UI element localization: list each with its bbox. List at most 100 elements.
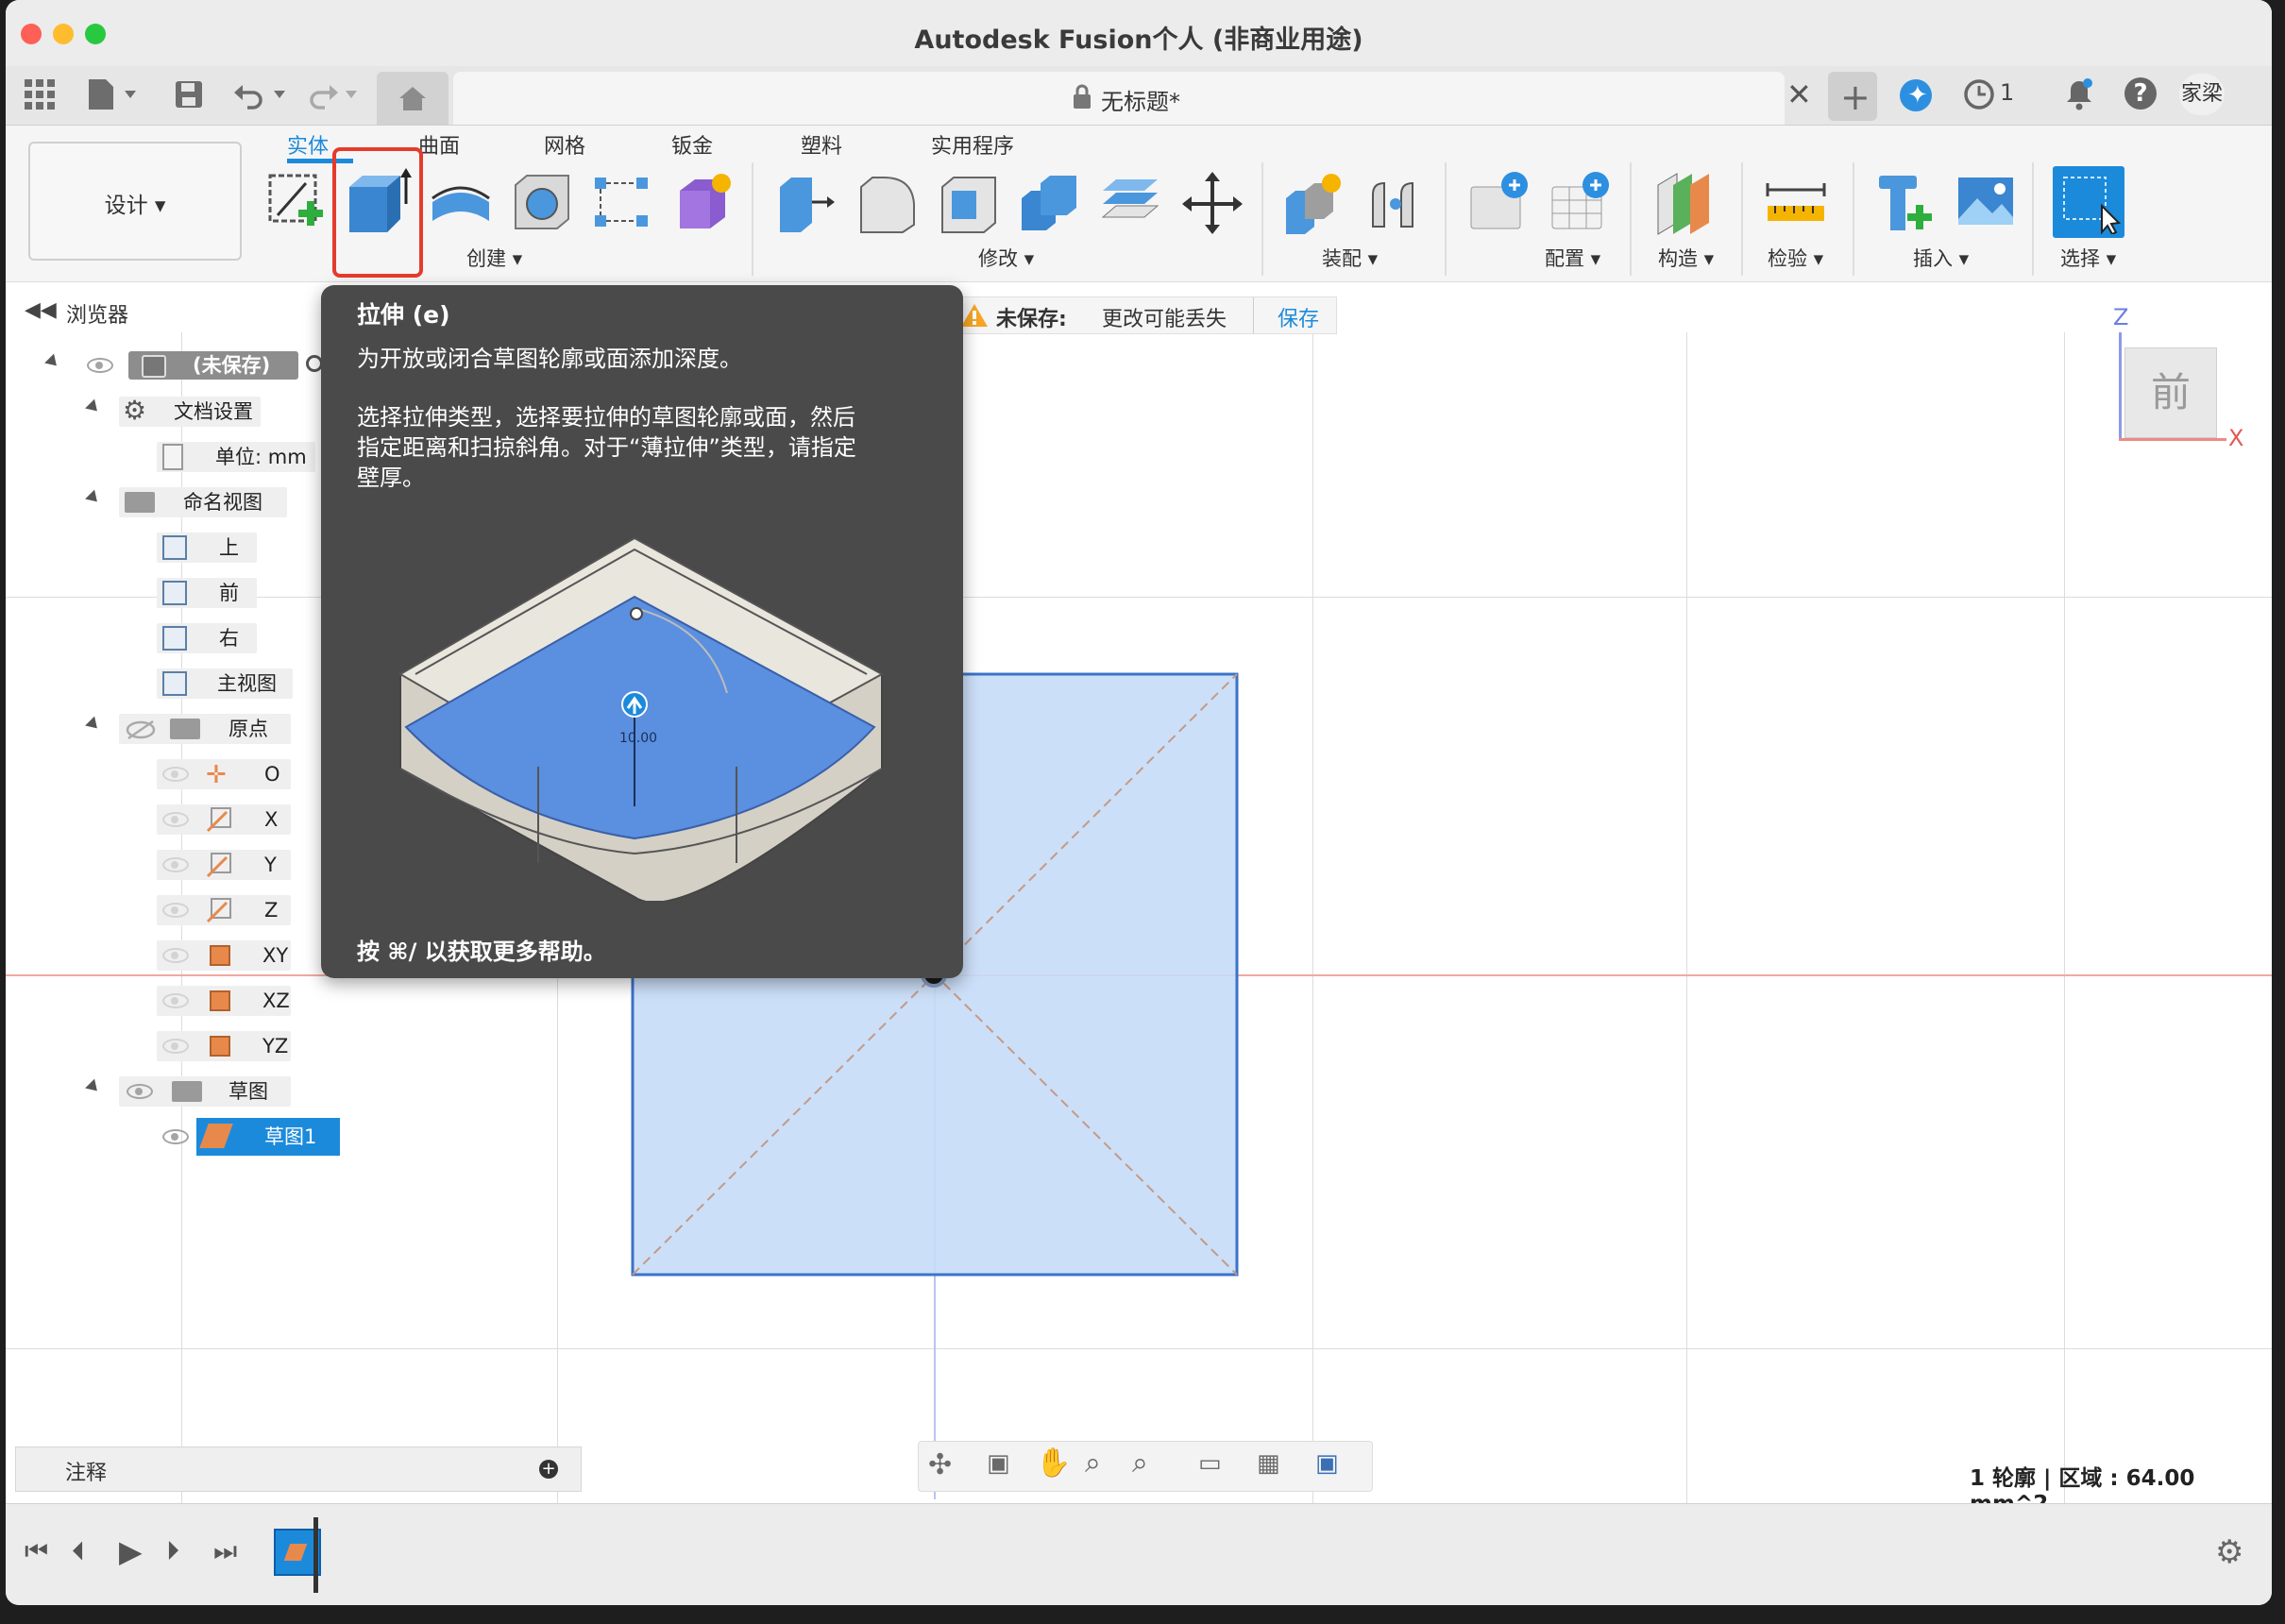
close-tab-icon[interactable]: ✕ [1786, 79, 1812, 110]
visibility-eye-icon[interactable] [162, 993, 189, 1008]
combine-icon[interactable] [1018, 170, 1082, 236]
new-tab-button[interactable]: + [1828, 72, 1877, 121]
configure-group-label[interactable]: 配置 ▾ [1545, 244, 1600, 272]
visibility-eye-icon[interactable] [127, 1084, 153, 1099]
pan-hand-icon[interactable]: ✋ [1036, 1449, 1071, 1478]
create-group-label[interactable]: 创建 ▾ [466, 244, 522, 272]
extensions-icon[interactable]: ✦ [1900, 79, 1932, 111]
data-panel-grid-icon[interactable] [25, 79, 55, 110]
visibility-eye-icon[interactable] [162, 903, 189, 918]
display-settings-icon[interactable]: ▭ [1198, 1451, 1222, 1476]
hidden-eye-icon[interactable] [125, 719, 157, 740]
notifications-bell-icon[interactable] [2064, 77, 2094, 111]
modify-group-label[interactable]: 修改 ▾ [978, 244, 1034, 272]
step-forward-icon[interactable]: ⏵ [166, 1538, 179, 1565]
insert-mcmaster-icon[interactable] [1873, 170, 1938, 238]
file-menu-icon[interactable] [87, 77, 144, 111]
press-pull-icon[interactable] [774, 170, 838, 236]
offset-face-icon[interactable] [1099, 170, 1163, 236]
tree-label: 右 [219, 627, 239, 650]
workspace-switcher[interactable]: 设计 ▾ [28, 142, 242, 261]
play-icon[interactable]: ▶ [119, 1536, 143, 1566]
timeline-marker[interactable] [313, 1517, 318, 1593]
create-sketch-icon[interactable] [264, 168, 329, 236]
help-icon[interactable]: ? [2124, 77, 2157, 110]
tab-solid[interactable]: 实体 [287, 129, 329, 160]
select-tool-button[interactable] [2053, 166, 2124, 238]
fillet-icon[interactable] [855, 170, 920, 236]
jobs-count: 1 [2000, 79, 2015, 106]
move-copy-icon[interactable] [1180, 170, 1244, 236]
tree-label: 上 [219, 536, 239, 559]
construct-group-label[interactable]: 构造 ▾ [1658, 244, 1714, 272]
root-component-row[interactable]: (未保存) [128, 351, 298, 380]
ribbon-divider [1853, 162, 1854, 276]
save-link[interactable]: 保存 [1278, 302, 1319, 332]
orbit-icon[interactable]: ✣ [928, 1451, 952, 1480]
tab-surface[interactable]: 曲面 [418, 129, 460, 160]
revolve-icon[interactable] [429, 174, 493, 234]
configure-table-icon[interactable] [1467, 170, 1532, 240]
job-status-clock-icon[interactable] [1962, 77, 1996, 111]
fit-window-icon[interactable]: ⌕ [1132, 1449, 1148, 1478]
sketch-icon [283, 1544, 308, 1561]
tree-label: XZ [262, 990, 290, 1012]
tab-utilities[interactable]: 实用程序 [931, 129, 1014, 160]
configure-rules-icon[interactable] [1549, 170, 1613, 240]
select-group-label[interactable]: 选择 ▾ [2060, 244, 2116, 272]
go-to-end-icon[interactable]: ⏭ [213, 1538, 237, 1565]
hole-icon[interactable] [510, 170, 574, 234]
grid-settings-icon[interactable]: ▦ [1257, 1451, 1280, 1476]
insert-group-label[interactable]: 插入 ▾ [1913, 244, 1969, 272]
user-profile-button[interactable]: 家梁 [2179, 74, 2225, 115]
zoom-icon[interactable]: ⌕ [1085, 1449, 1101, 1478]
go-to-start-icon[interactable]: ⏮ [25, 1538, 48, 1565]
construct-plane-icon[interactable] [1652, 168, 1717, 236]
tree-label: 主视图 [217, 672, 277, 695]
measure-icon[interactable] [1764, 178, 1828, 230]
add-comment-icon[interactable]: + [539, 1460, 558, 1479]
inspect-group-label[interactable]: 检验 ▾ [1768, 244, 1823, 272]
insert-canvas-icon[interactable] [1955, 172, 2019, 232]
timeline-settings-gear-icon[interactable]: ⚙ [2215, 1536, 2243, 1568]
visibility-eye-icon[interactable] [162, 857, 189, 872]
comments-panel[interactable]: 注释 + [15, 1446, 582, 1492]
plane-icon [210, 990, 230, 1011]
step-back-icon[interactable]: ⏴ [72, 1538, 85, 1565]
grid-line [1686, 332, 1687, 1569]
joint-icon[interactable] [1363, 170, 1428, 236]
viewports-icon[interactable]: ▣ [1315, 1451, 1339, 1476]
window-title: Autodesk Fusion个人 (非商业用途) [914, 25, 1363, 55]
look-at-icon[interactable]: ▣ [987, 1451, 1010, 1476]
tab-mesh[interactable]: 网格 [544, 129, 585, 160]
home-tab[interactable] [377, 72, 449, 125]
visibility-eye-icon[interactable] [162, 948, 189, 963]
rectangular-pattern-icon[interactable] [591, 172, 655, 234]
extrude-icon[interactable] [344, 166, 412, 240]
plane-icon [210, 1036, 230, 1057]
visibility-eye-icon[interactable] [162, 1039, 189, 1054]
visibility-eye-icon[interactable] [87, 358, 113, 373]
visibility-eye-icon[interactable] [162, 1129, 189, 1144]
viewcube[interactable]: 前 [2124, 347, 2217, 438]
undo-icon[interactable] [232, 79, 291, 110]
visibility-eye-icon[interactable] [162, 812, 189, 827]
collapse-browser-icon[interactable]: ◀◀ [25, 298, 57, 322]
fusion-window: Autodesk Fusion个人 (非商业用途) 无标题* ✕ + ✦ 1 ?… [6, 0, 2272, 1605]
assemble-group-label[interactable]: 装配 ▾ [1322, 244, 1378, 272]
tab-plastic[interactable]: 塑料 [801, 129, 842, 160]
shell-icon[interactable] [937, 170, 1001, 236]
new-component-icon[interactable] [1282, 170, 1346, 236]
ribbon-divider [1445, 162, 1447, 276]
visibility-eye-icon[interactable] [162, 767, 189, 782]
sketch-icon [199, 1124, 233, 1148]
tab-sheet-metal[interactable]: 钣金 [671, 129, 713, 160]
unsaved-message: 更改可能丢失 [1102, 308, 1227, 331]
redo-icon[interactable] [304, 79, 363, 110]
folder-icon [170, 719, 200, 739]
browser-panel-header[interactable]: ◀◀ 浏览器 [15, 295, 327, 332]
save-icon[interactable] [174, 79, 204, 110]
tree-row-sketch1[interactable]: 草图1 [196, 1118, 340, 1156]
create-form-icon[interactable] [672, 170, 736, 236]
tree-label: 原点 [228, 718, 268, 740]
